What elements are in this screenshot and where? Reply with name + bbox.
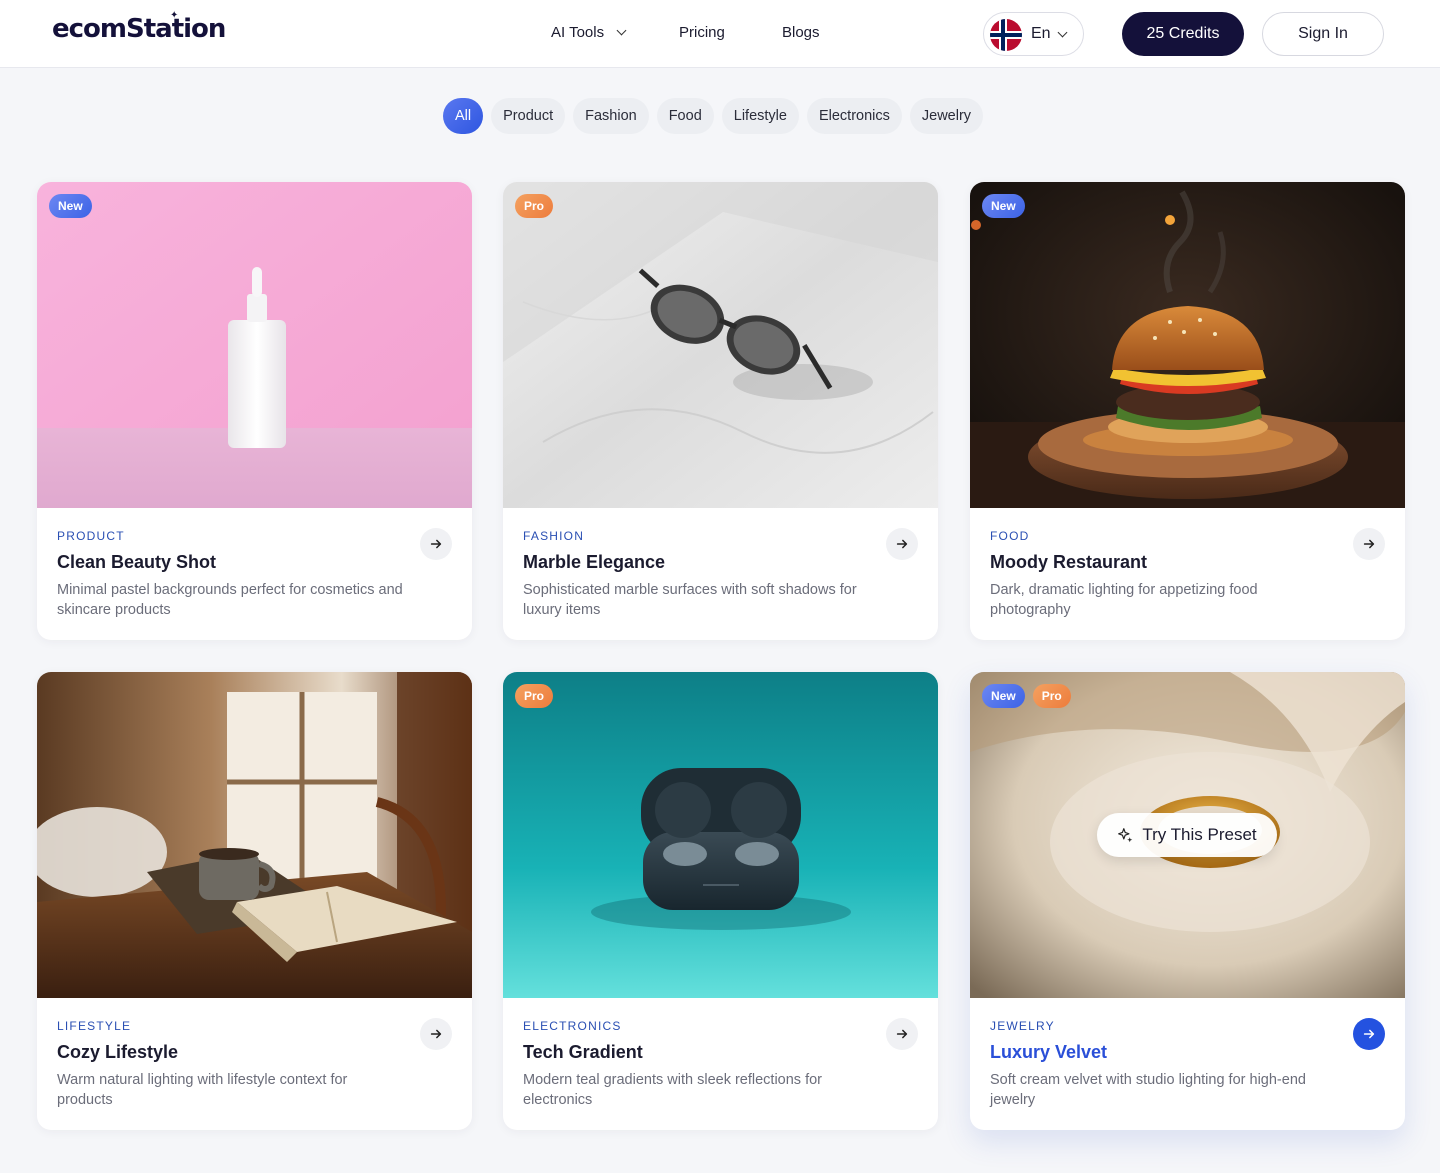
- arrow-right-icon[interactable]: [420, 1018, 452, 1050]
- sign-in-button[interactable]: Sign In: [1262, 12, 1384, 56]
- card-category: PRODUCT: [57, 529, 125, 543]
- try-preset-button[interactable]: Try This Preset: [1097, 813, 1277, 857]
- badge-group: New Pro: [982, 684, 1071, 708]
- pro-badge: Pro: [1032, 684, 1071, 708]
- badge-group: Pro: [515, 194, 554, 218]
- sparkles-icon: [1118, 827, 1133, 842]
- arrow-right-icon[interactable]: [886, 1018, 918, 1050]
- nav-ai-tools-label: AI Tools: [551, 24, 605, 41]
- filter-all[interactable]: All: [443, 98, 484, 134]
- card-category: JEWELRY: [990, 1019, 1055, 1033]
- card-category: FASHION: [523, 529, 585, 543]
- chevron-down-icon: [1057, 27, 1068, 38]
- card-title: Moody Restaurant: [990, 552, 1148, 572]
- chevron-down-icon: [616, 25, 627, 36]
- badge-group: New: [982, 194, 1025, 218]
- arrow-right-icon[interactable]: [1353, 1018, 1385, 1050]
- nav-ai-tools[interactable]: AI Tools: [551, 24, 627, 41]
- new-badge: New: [982, 684, 1025, 708]
- card-category: ELECTRONICS: [523, 1019, 622, 1033]
- filter-fashion[interactable]: Fashion: [573, 98, 649, 134]
- try-preset-label: Try This Preset: [1142, 825, 1257, 844]
- card-description: Sophisticated marble surfaces with soft …: [523, 582, 857, 618]
- card-description: Minimal pastel backgrounds perfect for c…: [57, 582, 403, 618]
- arrow-right-icon[interactable]: [420, 528, 452, 560]
- filter-electronics[interactable]: Electronics: [806, 98, 902, 134]
- nav-pricing[interactable]: Pricing: [679, 24, 725, 41]
- card-category: LIFESTYLE: [57, 1019, 132, 1033]
- credits-button[interactable]: 25 Credits: [1122, 12, 1244, 56]
- pro-badge: Pro: [515, 194, 554, 218]
- card-category: FOOD: [990, 529, 1030, 543]
- pro-badge: Pro: [515, 684, 554, 708]
- preset-image: [37, 182, 472, 508]
- language-label: En: [1031, 25, 1051, 42]
- sparkle-icon: ✦: [170, 10, 178, 21]
- logo[interactable]: ecomStation ✦: [52, 10, 226, 44]
- card-title: Clean Beauty Shot: [57, 552, 217, 572]
- preset-card[interactable]: LIFESTYLE Cozy Lifestyle Warm natural li…: [37, 672, 472, 1130]
- preset-card[interactable]: Pro FASHION Marble Elegance Sophisticate…: [503, 182, 938, 640]
- card-title: Marble Elegance: [523, 552, 666, 572]
- card-description: Soft cream velvet with studio lighting f…: [990, 1072, 1306, 1108]
- card-description: Modern teal gradients with sleek reflect…: [523, 1072, 823, 1108]
- top-navbar: ecomStation ✦ AI Tools Pricing Blogs En 2…: [0, 0, 1440, 68]
- filter-lifestyle[interactable]: Lifestyle: [721, 98, 799, 134]
- preset-image: [37, 672, 472, 998]
- language-selector[interactable]: En: [983, 12, 1084, 56]
- card-title: Tech Gradient: [523, 1042, 643, 1062]
- preset-card[interactable]: New FOOD Moody Restaurant Dark, dramatic…: [970, 182, 1405, 640]
- preset-image: [970, 182, 1405, 508]
- filter-jewelry[interactable]: Jewelry: [909, 98, 984, 134]
- preset-card[interactable]: New Pro Try This Preset JEWELRY Luxury V…: [970, 672, 1405, 1130]
- new-badge: New: [49, 194, 92, 218]
- new-badge: New: [982, 194, 1025, 218]
- badge-group: Pro: [515, 684, 554, 708]
- card-title: Cozy Lifestyle: [57, 1042, 179, 1062]
- nav-blogs[interactable]: Blogs: [782, 24, 820, 41]
- card-description: Dark, dramatic lighting for appetizing f…: [990, 582, 1258, 618]
- card-description: Warm natural lighting with lifestyle con…: [57, 1072, 348, 1108]
- preset-image: [503, 182, 938, 508]
- category-filter-bar: All Product Fashion Food Lifestyle Elect…: [443, 98, 984, 134]
- badge-group: New: [49, 194, 92, 218]
- card-title: Luxury Velvet: [990, 1042, 1108, 1062]
- filter-product[interactable]: Product: [491, 98, 566, 134]
- preset-image: [503, 672, 938, 998]
- norway-flag-icon: [990, 19, 1022, 51]
- filter-food[interactable]: Food: [656, 98, 714, 134]
- arrow-right-icon[interactable]: [1353, 528, 1385, 560]
- preset-card[interactable]: Pro ELECTRONICS Tech Gradient Modern tea…: [503, 672, 938, 1130]
- preset-card[interactable]: New PRODUCT Clean Beauty Shot Minimal pa…: [37, 182, 472, 640]
- arrow-right-icon[interactable]: [886, 528, 918, 560]
